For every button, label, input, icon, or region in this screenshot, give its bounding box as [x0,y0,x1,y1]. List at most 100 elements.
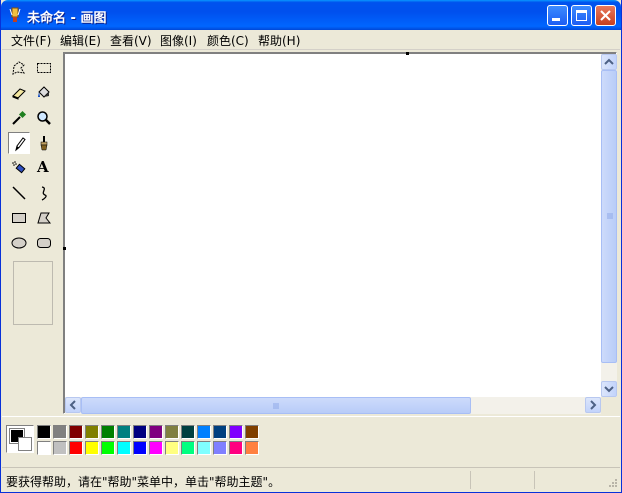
color-swatch[interactable] [117,425,131,439]
close-button[interactable] [595,5,616,26]
tool-pencil[interactable] [8,132,30,154]
color-swatch[interactable] [229,441,243,455]
color-swatch[interactable] [181,425,195,439]
free-form-select-icon [12,61,25,75]
vertical-scrollbar[interactable] [601,54,617,397]
color-swatch[interactable] [165,425,179,439]
color-swatch[interactable] [37,441,51,455]
minimize-button[interactable] [547,5,568,26]
menu-help[interactable]: 帮助(H) [258,32,300,49]
resize-handle-left[interactable] [63,247,66,250]
color-swatch[interactable] [133,425,147,439]
color-swatch[interactable] [165,441,179,455]
magnifier-icon [37,111,51,125]
menu-image[interactable]: 图像(I) [160,32,197,49]
color-swatch[interactable] [133,441,147,455]
scroll-left-button[interactable] [65,397,81,413]
color-picker-icon [12,110,27,125]
window-title: 未命名 - 画图 [27,11,107,26]
color-swatch[interactable] [69,441,83,455]
tool-magnifier[interactable] [33,107,55,129]
status-bar: 要获得帮助，请在"帮助"菜单中，单击"帮助主题"。 [2,467,620,492]
color-swatch[interactable] [181,441,195,455]
color-swatch[interactable] [101,425,115,439]
color-swatch[interactable] [53,425,67,439]
tool-eraser[interactable] [8,82,30,104]
menu-view[interactable]: 查看(V) [110,32,152,49]
menu-bar: 文件(F) 编辑(E) 查看(V) 图像(I) 颜色(C) 帮助(H) [2,30,620,50]
status-panel-coords [470,471,534,489]
color-swatch[interactable] [117,441,131,455]
vertical-scroll-thumb[interactable] [601,70,617,363]
menu-file[interactable]: 文件(F) [11,32,51,49]
curve-icon [41,186,47,201]
grip-icon [607,213,613,219]
grip-icon [273,403,279,409]
minimize-icon [552,18,560,21]
text-icon: A [37,158,49,176]
chevron-down-icon [604,386,614,393]
current-colors[interactable] [6,425,34,453]
status-text: 要获得帮助，请在"帮助"菜单中，单击"帮助主题"。 [6,475,281,489]
fill-bucket-icon [38,86,50,98]
color-swatch[interactable] [197,441,211,455]
tool-ellipse[interactable] [8,232,30,254]
color-swatch[interactable] [213,425,227,439]
tool-options-box[interactable] [13,261,53,325]
tool-fill[interactable] [33,82,55,104]
color-swatch[interactable] [85,441,99,455]
tool-free-form-select[interactable] [8,57,30,79]
chevron-right-icon [590,400,597,410]
line-icon [12,186,26,200]
resize-handle-top[interactable] [406,52,409,55]
resize-grip-icon[interactable] [606,478,618,490]
color-swatch[interactable] [149,441,163,455]
brush-icon [40,136,48,151]
color-swatch[interactable] [229,425,243,439]
pencil-icon [15,137,26,152]
drawing-canvas[interactable] [65,54,601,397]
tool-polygon[interactable] [33,207,55,229]
color-swatch[interactable] [197,425,211,439]
maximize-icon [576,10,587,21]
rectangle-icon [12,213,26,223]
color-swatch[interactable] [101,441,115,455]
color-swatch[interactable] [69,425,83,439]
airbrush-icon [12,161,26,174]
status-panel-size [534,471,598,489]
color-swatch[interactable] [245,425,259,439]
color-swatch[interactable] [245,441,259,455]
eraser-icon [12,88,26,100]
color-swatch[interactable] [149,425,163,439]
color-swatch[interactable] [85,425,99,439]
maximize-button[interactable] [571,5,592,26]
color-palette [2,416,620,466]
menu-edit[interactable]: 编辑(E) [60,32,101,49]
tool-brush[interactable] [33,132,55,154]
menu-colors[interactable]: 颜色(C) [207,32,249,49]
tool-color-picker[interactable] [8,107,30,129]
rounded-rectangle-icon [37,238,51,248]
color-swatch[interactable] [53,441,67,455]
title-bar[interactable]: 未命名 - 画图 [1,0,621,30]
horizontal-scrollbar[interactable] [65,397,601,414]
tool-rectangle[interactable] [8,207,30,229]
paint-app-icon [9,7,21,22]
tool-rounded-rectangle[interactable] [33,232,55,254]
background-color-swatch [18,437,32,451]
paint-window: 未命名 - 画图 文件(F) 编辑(E) 查看(V) 图像(I) 颜色(C) 帮… [0,0,622,493]
tool-rect-select[interactable] [33,57,55,79]
scroll-up-button[interactable] [601,54,617,70]
horizontal-scroll-thumb[interactable] [81,397,471,414]
color-swatch[interactable] [213,441,227,455]
tool-airbrush[interactable] [8,157,30,179]
tool-curve[interactable] [33,182,55,204]
close-icon [600,10,611,21]
rect-select-icon [37,63,51,73]
scroll-right-button[interactable] [585,397,601,413]
tool-line[interactable] [8,182,30,204]
tool-text[interactable]: A [33,157,55,179]
color-swatch[interactable] [37,425,51,439]
scrollbar-corner [601,397,617,414]
scroll-down-button[interactable] [601,381,617,397]
